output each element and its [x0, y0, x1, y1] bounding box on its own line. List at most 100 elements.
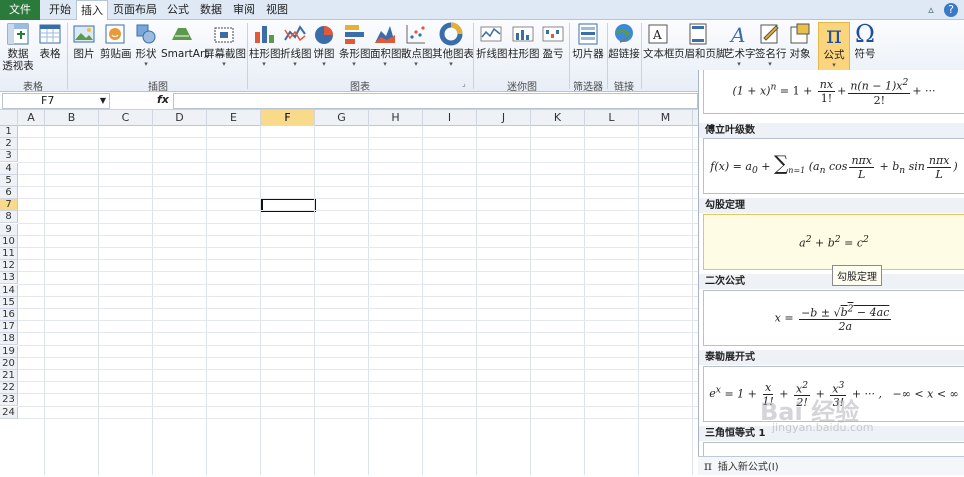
row-header-9[interactable]: 9	[0, 223, 18, 236]
row-header-1[interactable]: 1	[0, 126, 18, 138]
formula-input[interactable]	[173, 93, 698, 109]
chevron-down-icon: ▾	[768, 60, 772, 68]
tab-view[interactable]: 视图	[262, 0, 292, 20]
row-header-14[interactable]: 14	[0, 284, 18, 297]
column-header-h[interactable]: H	[369, 110, 423, 126]
scatter-chart-button[interactable]: 散点图 ▾	[401, 22, 433, 68]
row-header-11[interactable]: 11	[0, 248, 18, 260]
gridline-horizontal	[18, 417, 700, 419]
pivot-table-icon	[7, 23, 29, 45]
formula-quadratic[interactable]: x = −b ± √b2 − 4ac 2a	[703, 290, 964, 346]
insert-new-equation-button[interactable]: π 插入新公式(I)	[698, 456, 964, 475]
tab-page-layout[interactable]: 页面布局	[110, 0, 160, 20]
header-footer-button[interactable]: 页眉和页脚	[674, 22, 727, 60]
tab-review[interactable]: 审阅	[229, 0, 259, 20]
spreadsheet-grid[interactable]: ABCDEFGHIJKLM 1 2 3 4 5 6 7 8 9 10 11 12 13 14 15 16 17 1…	[0, 110, 700, 475]
formula-binomial[interactable]: (1 + x)n = 1 + nx 1! + n(n − 1)x2 2! + ···	[703, 70, 964, 114]
area-chart-icon	[375, 26, 395, 43]
row-header-21[interactable]: 21	[0, 370, 18, 382]
select-all-corner[interactable]	[0, 110, 18, 126]
row-header-6[interactable]: 6	[0, 187, 18, 199]
column-header-f[interactable]: F	[261, 110, 315, 126]
gridline-vertical	[368, 126, 369, 475]
column-header-d[interactable]: D	[153, 110, 207, 126]
signature-line-button[interactable]: 签名行 ▾	[755, 22, 787, 68]
chevron-down-icon[interactable]: ▼	[100, 94, 106, 108]
column-header-a[interactable]: A	[18, 110, 45, 126]
row-header-17[interactable]: 17	[0, 321, 18, 334]
row-header-22[interactable]: 22	[0, 382, 18, 395]
row-header-2[interactable]: 2	[0, 138, 18, 151]
formula-pythagorean[interactable]: a2 + b2 = c2	[703, 214, 964, 270]
row-header-24[interactable]: 24	[0, 406, 18, 419]
table-button[interactable]: 表格	[36, 22, 64, 60]
row-header-18[interactable]: 18	[0, 333, 18, 346]
row-header-16[interactable]: 16	[0, 309, 18, 321]
gridline-horizontal	[18, 393, 700, 395]
row-header-12[interactable]: 12	[0, 260, 18, 273]
insert-function-icon[interactable]: fx	[157, 93, 169, 106]
other-charts-button[interactable]: 其他图表 ▾	[432, 22, 474, 68]
symbol-button[interactable]: Ω 符号	[852, 22, 878, 60]
fourier-equation: f(x) = a0 + ∑n=1 (an cos nπx L + bn sin nπx…	[710, 151, 958, 181]
row-header-5[interactable]: 5	[0, 174, 18, 187]
wordart-button[interactable]: A 艺术字 ▾	[724, 22, 756, 68]
group-label-filter: 筛选器	[573, 82, 603, 93]
sparkline-winloss-button[interactable]: 盈亏	[540, 22, 566, 60]
column-chart-button[interactable]: 柱形图 ▾	[249, 22, 281, 68]
smartart-button[interactable]: SmartArt	[161, 22, 208, 60]
column-header-g[interactable]: G	[315, 110, 369, 126]
minimize-ribbon-icon[interactable]: ▵	[924, 3, 938, 17]
object-button[interactable]: 对象	[787, 22, 813, 60]
column-header-e[interactable]: E	[207, 110, 261, 126]
slicer-button[interactable]: 切片器	[572, 22, 604, 60]
shapes-button[interactable]: 形状 ▾	[133, 22, 159, 68]
line-chart-button[interactable]: 折线图 ▾	[280, 22, 312, 68]
column-header-m[interactable]: M	[639, 110, 693, 126]
chevron-down-icon: ▾	[352, 60, 356, 68]
screenshot-button[interactable]: 屏幕截图 ▾	[204, 22, 246, 68]
pie-chart-button[interactable]: 饼图 ▾	[312, 22, 336, 68]
clipart-button[interactable]: 剪贴画	[100, 22, 132, 60]
picture-button[interactable]: 图片	[70, 22, 98, 60]
column-header-k[interactable]: K	[531, 110, 585, 126]
row-header-3[interactable]: 3	[0, 150, 18, 163]
column-header-l[interactable]: L	[585, 110, 639, 126]
row-header-10[interactable]: 10	[0, 235, 18, 248]
column-header-i[interactable]: I	[423, 110, 477, 126]
tab-file[interactable]: 文件	[0, 0, 40, 20]
gridline-horizontal	[18, 234, 700, 236]
gridline-horizontal	[18, 198, 700, 200]
tab-home[interactable]: 开始	[44, 0, 76, 20]
row-header-4[interactable]: 4	[0, 162, 18, 175]
gridline-horizontal	[18, 161, 700, 163]
pivot-table-button[interactable]: 数据 透视表	[2, 22, 34, 72]
row-header-15[interactable]: 15	[0, 296, 18, 309]
tab-insert[interactable]: 插入	[76, 0, 108, 21]
bar-chart-button[interactable]: 条形图 ▾	[339, 22, 371, 68]
equation-button[interactable]: π 公式 ▾	[818, 22, 850, 74]
area-chart-button[interactable]: 面积图 ▾	[370, 22, 402, 68]
textbox-button[interactable]: A 文本框	[643, 22, 675, 60]
bar-chart-icon	[345, 25, 364, 44]
row-header-20[interactable]: 20	[0, 357, 18, 370]
row-header-7[interactable]: 7	[0, 199, 18, 212]
sparkline-column-button[interactable]: 柱形图	[508, 22, 540, 60]
tab-data[interactable]: 数据	[196, 0, 226, 20]
row-header-8[interactable]: 8	[0, 211, 18, 224]
row-header-13[interactable]: 13	[0, 272, 18, 285]
tab-formulas[interactable]: 公式	[163, 0, 193, 20]
column-header-c[interactable]: C	[99, 110, 153, 126]
help-icon[interactable]: ?	[944, 3, 958, 17]
column-header-b[interactable]: B	[45, 110, 99, 126]
column-header-j[interactable]: J	[477, 110, 531, 126]
sparkline-line-button[interactable]: 折线图	[476, 22, 508, 60]
formula-fourier[interactable]: f(x) = a0 + ∑n=1 (an cos nπx L + bn sin nπx…	[703, 138, 964, 194]
name-box[interactable]: F7 ▼	[2, 93, 110, 109]
row-header-23[interactable]: 23	[0, 394, 18, 407]
row-header-19[interactable]: 19	[0, 345, 18, 358]
bar-chart-label: 条形图	[339, 48, 371, 60]
hyperlink-button[interactable]: 超链接	[608, 22, 640, 60]
section-title-taylor: 泰勒展开式	[699, 350, 964, 365]
dialog-launcher-icon[interactable]: ⌟	[462, 78, 466, 90]
